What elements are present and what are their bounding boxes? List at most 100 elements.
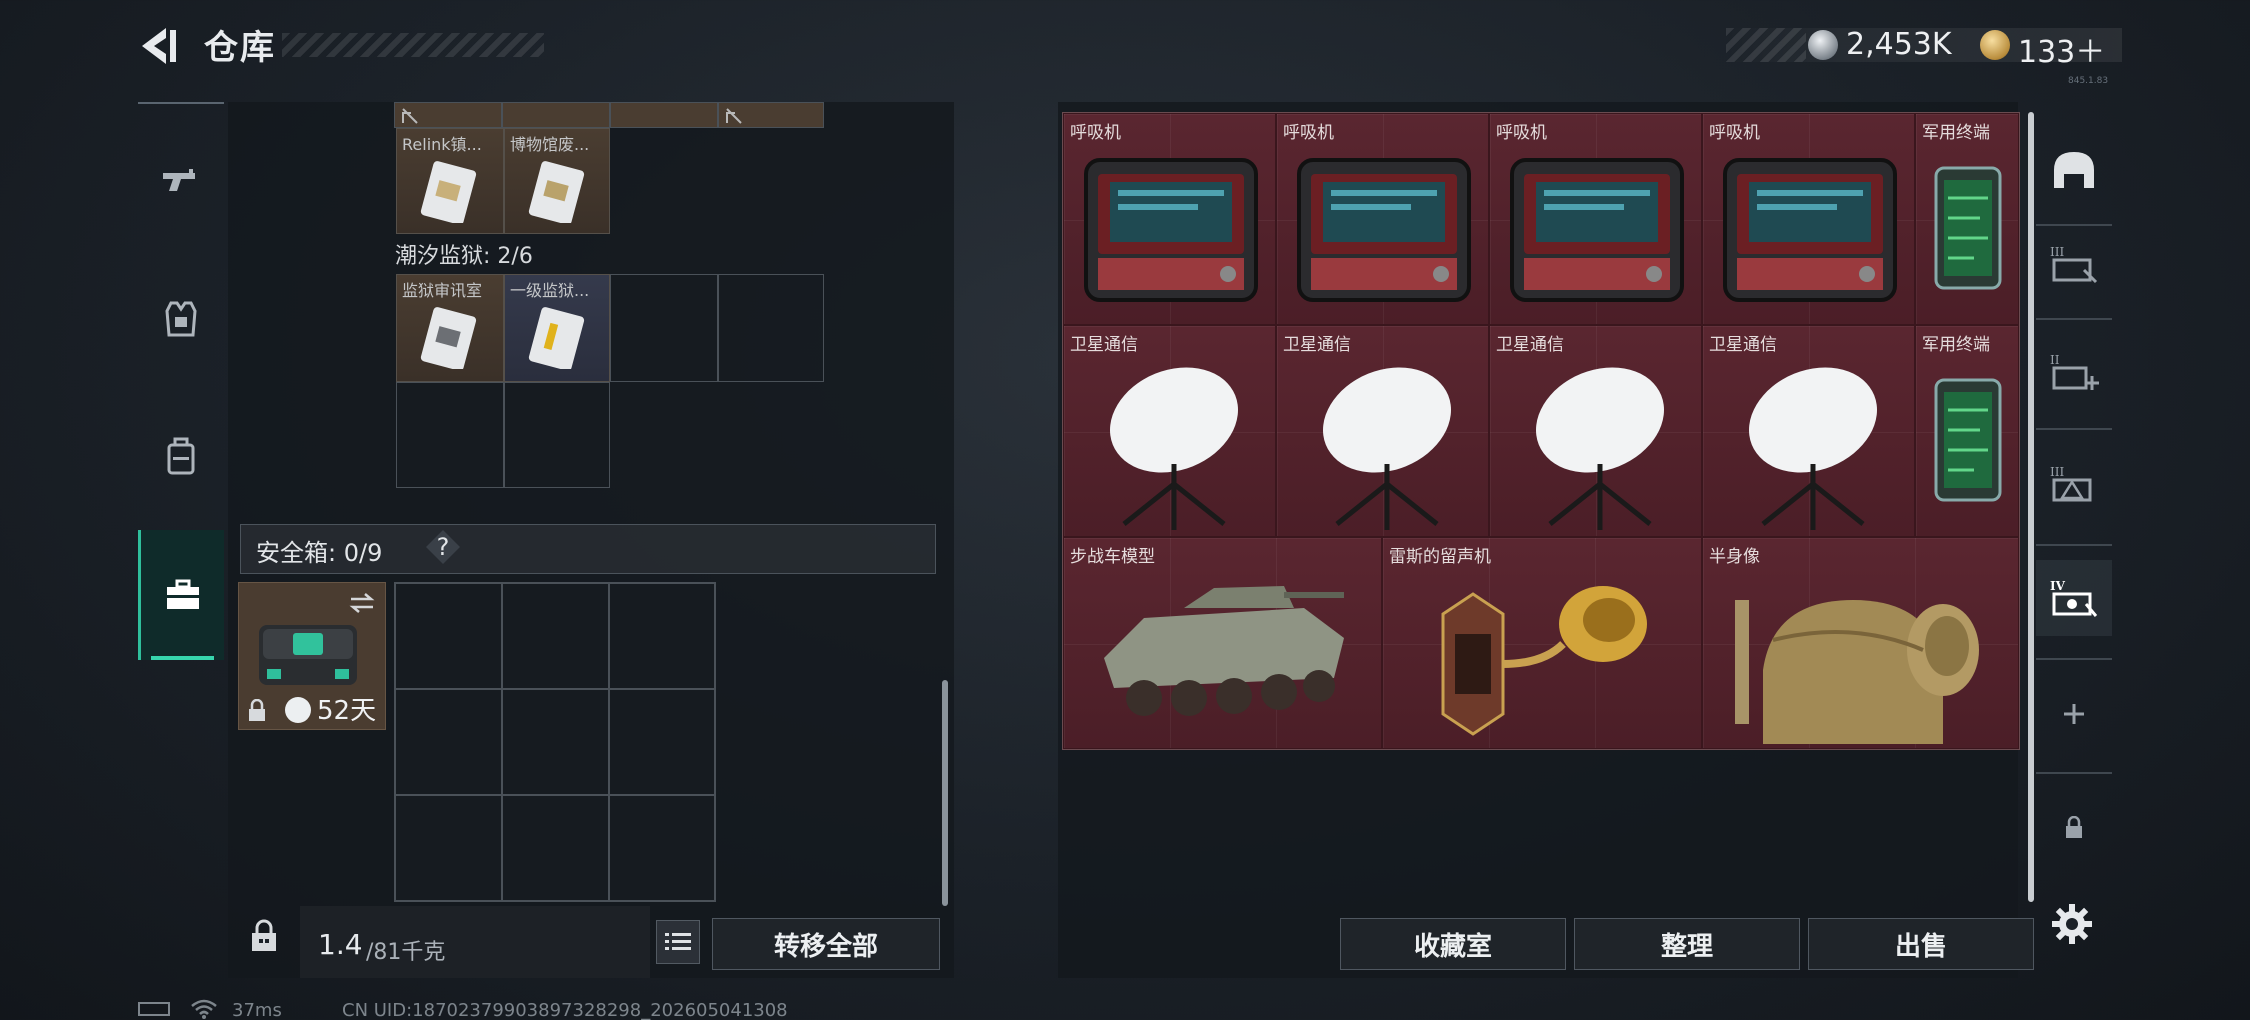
empty-slot[interactable]: [395, 689, 502, 795]
sell-button[interactable]: 出售: [1808, 918, 2034, 970]
military-terminal-icon: [1934, 166, 2002, 290]
satellite-comm-item[interactable]: 卫星通信: [1489, 325, 1702, 537]
item-label: 步战车模型: [1070, 547, 1155, 567]
satellite-comm-item[interactable]: 卫星通信: [1063, 325, 1276, 537]
weight-current: 1.4: [318, 928, 363, 961]
silver-coin-icon: [1808, 30, 1838, 60]
tab-tier-3-storage[interactable]: III: [2036, 226, 2112, 302]
item-label: 卫星通信: [1709, 335, 1777, 355]
stash-scrollbar[interactable]: [942, 680, 948, 906]
toolbox-icon: [166, 579, 199, 609]
keycard-icon: [528, 307, 585, 369]
tab-backpack[interactable]: [138, 388, 224, 526]
gear-icon: [2052, 904, 2092, 944]
section-label-tidal-prison: 潮汐监狱: 2/6: [395, 244, 533, 269]
tier-2-add-icon: II: [2050, 353, 2099, 390]
active-tab-indicator: [151, 656, 214, 660]
item-label: Relink镇...: [402, 135, 482, 154]
item-label: 卫星通信: [1070, 335, 1138, 355]
empty-slot[interactable]: [609, 795, 715, 901]
empty-slot[interactable]: [395, 795, 502, 901]
tab-add-storage[interactable]: [2036, 676, 2112, 752]
partial-slot[interactable]: [394, 102, 502, 128]
back-button[interactable]: [136, 26, 182, 66]
collection-room-button[interactable]: 收藏室: [1340, 918, 1566, 970]
secure-case-item[interactable]: 52天: [238, 582, 386, 730]
gold-amount[interactable]: 133＋: [2018, 27, 2105, 71]
item-label: 博物馆废...: [510, 135, 590, 154]
tab-divider: [2036, 772, 2112, 774]
keycard-item[interactable]: 一级监狱...: [504, 274, 610, 382]
tab-safe-box[interactable]: [138, 530, 224, 660]
tab-tier-2-add[interactable]: II: [2036, 334, 2112, 410]
svg-text:III: III: [2050, 465, 2064, 479]
list-view-button[interactable]: [656, 920, 700, 964]
list-icon: [665, 933, 691, 950]
no-mark-icon: [726, 108, 742, 124]
satellite-comm-item[interactable]: 卫星通信: [1702, 325, 1915, 537]
keycard-icon: [420, 161, 477, 223]
ventilator-item[interactable]: 呼吸机: [1489, 113, 1702, 325]
ventilator-icon: [1510, 158, 1684, 302]
transfer-all-button[interactable]: 转移全部: [712, 918, 940, 970]
tab-collection-helmet[interactable]: [2036, 132, 2112, 208]
ventilator-icon: [1297, 158, 1471, 302]
empty-slot[interactable]: [609, 583, 715, 689]
tab-divider: [2036, 658, 2112, 660]
tab-armor[interactable]: [138, 250, 224, 388]
ventilator-icon: [1723, 158, 1897, 302]
sort-button[interactable]: 整理: [1574, 918, 1800, 970]
empty-slot[interactable]: [718, 274, 824, 382]
partial-slot[interactable]: [610, 102, 718, 128]
empty-slot[interactable]: [610, 274, 718, 382]
svg-text:II: II: [2050, 353, 2060, 367]
item-label: 军用终端: [1922, 123, 1990, 143]
ventilator-item[interactable]: 呼吸机: [1702, 113, 1915, 325]
bust-statue-icon: [1735, 600, 1979, 744]
gramophone-icon: [1441, 586, 1647, 736]
keycard-item[interactable]: Relink镇...: [396, 128, 504, 234]
tabs-scrollbar[interactable]: [2028, 112, 2034, 902]
empty-slot[interactable]: [609, 689, 715, 795]
ventilator-icon: [1084, 158, 1258, 302]
partial-slot[interactable]: [718, 102, 824, 128]
tab-tier-4-storage[interactable]: IV: [2036, 560, 2112, 636]
empty-slot[interactable]: [504, 382, 610, 488]
tier-3-alert-icon: III: [2050, 465, 2092, 502]
settings-button[interactable]: [2050, 902, 2094, 946]
tab-weapons[interactable]: [138, 112, 224, 250]
gramophone-item[interactable]: 雷斯的留声机: [1382, 537, 1702, 749]
satellite-dish-icon: [1536, 367, 1664, 530]
empty-slot[interactable]: [502, 689, 609, 795]
ventilator-item[interactable]: 呼吸机: [1063, 113, 1276, 325]
tab-tier-3-alert[interactable]: III: [2036, 446, 2112, 522]
empty-slot[interactable]: [502, 795, 609, 901]
helmet-icon: [2054, 152, 2094, 188]
keycard-item[interactable]: 博物馆废...: [504, 128, 610, 234]
keycard-item[interactable]: 监狱审讯室: [396, 274, 504, 382]
military-terminal-item[interactable]: 军用终端: [1915, 325, 2019, 537]
weight-lock-icon: [252, 919, 276, 951]
weight-lock-button[interactable]: [242, 914, 286, 958]
tab-divider: [2036, 428, 2112, 430]
military-terminal-item[interactable]: 军用终端: [1915, 113, 2019, 325]
ventilator-item[interactable]: 呼吸机: [1276, 113, 1489, 325]
safe-box-label: 安全箱: 0/9: [256, 539, 383, 567]
empty-slot[interactable]: [502, 583, 609, 689]
tab-locked-storage[interactable]: [2036, 790, 2112, 866]
satellite-dish-icon: [1323, 367, 1451, 530]
item-label: 呼吸机: [1496, 123, 1547, 143]
partial-slot[interactable]: [502, 102, 610, 128]
item-label: 监狱审讯室: [402, 281, 483, 300]
case-expiry-timer: 52天: [317, 696, 377, 726]
bust-item[interactable]: 半身像: [1702, 537, 2019, 749]
satellite-comm-item[interactable]: 卫星通信: [1276, 325, 1489, 537]
empty-slot[interactable]: [395, 583, 502, 689]
backpack-icon: [167, 437, 195, 475]
tier-3-storage-icon: III: [2050, 245, 2098, 284]
weight-max: /81千克: [366, 940, 446, 965]
back-arrow-icon: [142, 28, 176, 64]
uid-text: CN UID:18702379903897328298_202605041308: [342, 1000, 788, 1020]
empty-slot[interactable]: [396, 382, 504, 488]
ifv-model-item[interactable]: 步战车模型: [1063, 537, 1382, 749]
